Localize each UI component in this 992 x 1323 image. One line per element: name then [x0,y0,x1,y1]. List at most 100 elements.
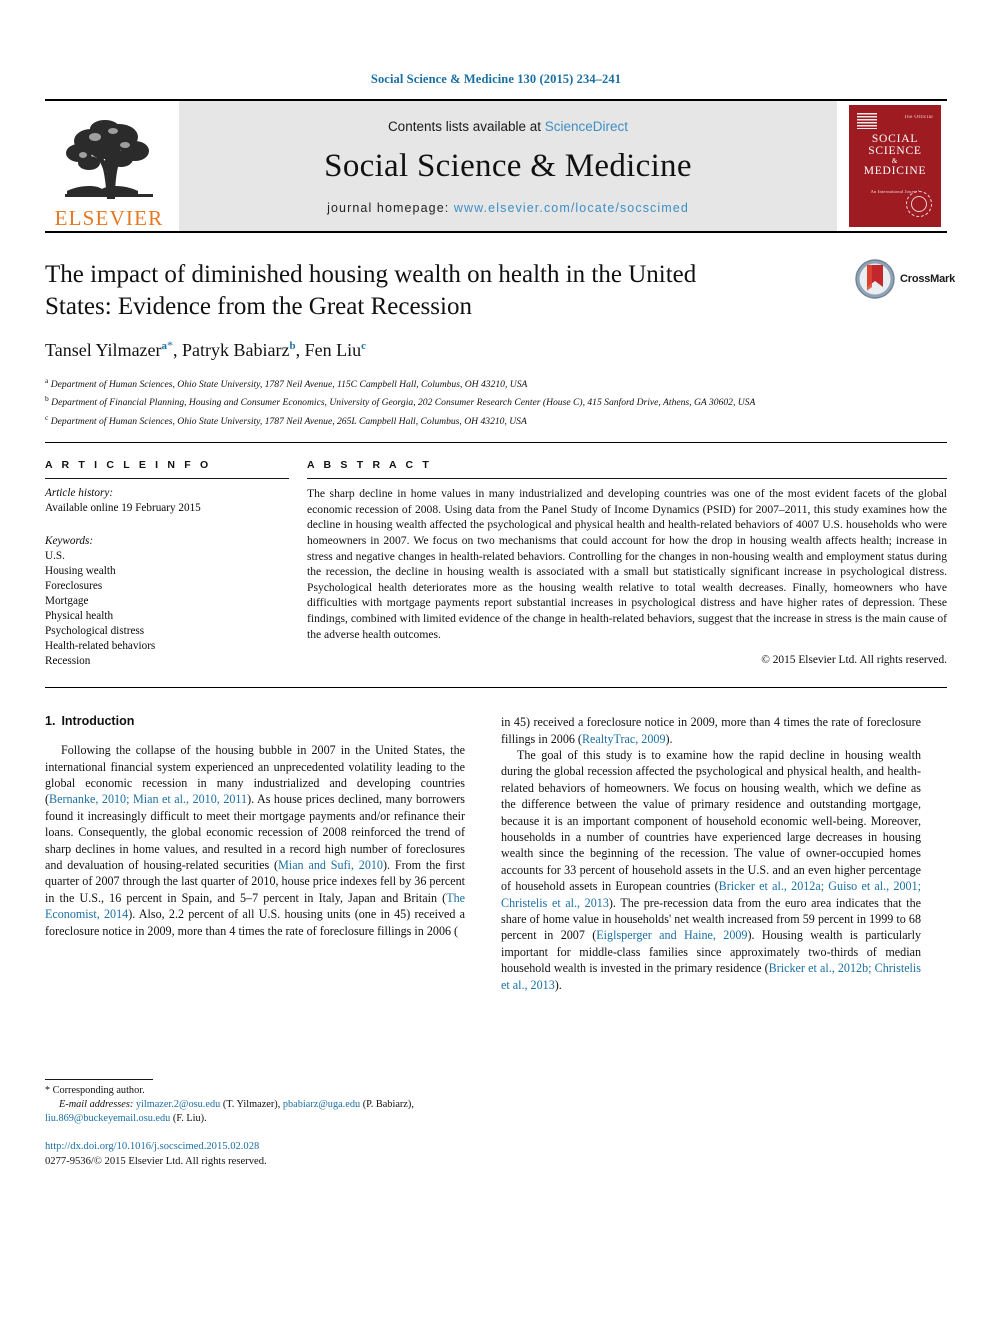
email-link-2[interactable]: pbabiarz@uga.edu [283,1099,360,1110]
section-title-text: Introduction [61,714,135,729]
cover-title-line2: SCIENCE [868,145,922,157]
article-page: Social Science & Medicine 130 (2015) 234… [0,0,992,1323]
cover-publisher-mark-icon [857,113,877,129]
abstract-text: The sharp decline in home values in many… [307,487,947,641]
cover-title: SOCIAL SCIENCE & MEDICINE [849,133,941,177]
intro-text-2a: The goal of this study is to examine how… [501,747,921,894]
abstract-heading: A B S T R A C T [307,459,432,472]
email-person-1: (T. Yilmazer) [222,1099,278,1111]
body-columns: 1. Introduction Following the collapse of… [45,714,947,1169]
article-info-column: A R T I C L E I N F O Article history: A… [45,459,307,669]
cover-title-line1: SOCIAL [871,133,919,145]
cover-image: The Official SOCIAL SCIENCE & MEDICINE A… [849,105,941,227]
keyword-item: Housing wealth [45,565,116,578]
email-person-3: (F. Liu) [172,1113,205,1125]
intro-continuation-lead: in 45) received a foreclosure notice in … [501,715,921,746]
right-column: in 45) received a foreclosure notice in … [501,714,921,1169]
homepage-prefix: journal homepage: [327,201,454,215]
crossmark-label: CrossMark [900,273,956,285]
affiliations-list: a Department of Human Sciences, Ohio Sta… [45,374,947,428]
affiliation-item: a Department of Human Sciences, Ohio Sta… [45,374,947,391]
corresponding-author-text: Corresponding author. [50,1085,145,1097]
contents-available-line: Contents lists available at ScienceDirec… [388,119,628,134]
elsevier-wordmark: ELSEVIER [54,206,164,230]
citation-link[interactable]: RealtyTrac, 2009 [582,732,666,746]
section-heading-introduction: 1. Introduction [45,714,465,728]
email-link-1[interactable]: yilmazer.2@osu.edu [136,1099,220,1110]
info-abstract-section: A R T I C L E I N F O Article history: A… [45,459,947,669]
doi-block: http://dx.doi.org/10.1016/j.socscimed.20… [45,1140,465,1169]
keywords-label: Keywords: [45,535,94,548]
title-block: CrossMark The impact of diminished housi… [45,259,955,361]
contents-prefix: Contents lists available at [387,119,545,134]
keyword-item: U.S. [45,550,65,563]
doi-link[interactable]: http://dx.doi.org/10.1016/j.socscimed.20… [45,1140,465,1155]
intro-paragraph-1: Following the collapse of the housing bu… [45,742,465,939]
author-name-3[interactable]: Fen Liu [305,340,362,360]
section-number: 1. [45,714,56,729]
intro-paragraph-1-cont: in 45) received a foreclosure notice in … [501,714,921,747]
sciencedirect-link[interactable]: ScienceDirect [545,119,628,134]
affiliation-marker-b: b [45,394,49,404]
cover-seal-icon [906,191,932,217]
masthead-bottom-rule [45,231,947,233]
elsevier-tree-icon [65,120,153,199]
abstract-column: A B S T R A C T The sharp decline in hom… [307,459,947,669]
journal-title: Social Science & Medicine [324,148,692,184]
left-column: 1. Introduction Following the collapse of… [45,714,465,1169]
author-list: Tansel Yilmazera*, Patryk Babiarzb, Fen … [45,338,367,360]
intro-paragraph-2: The goal of this study is to examine how… [501,747,921,993]
author-affil-marker-2: b [289,340,296,352]
keyword-item: Physical health [45,610,114,623]
affiliation-text-b: Department of Financial Planning, Housin… [51,397,756,409]
email-addresses-note: E-mail addresses: yilmazer.2@osu.edu (T.… [45,1099,414,1125]
citation-link[interactable]: Mian and Sufi, 2010 [278,858,383,872]
journal-homepage-line: journal homepage: www.elsevier.com/locat… [327,201,689,215]
affiliation-text-a: Department of Human Sciences, Ohio State… [50,379,528,391]
author-name-2[interactable]: Patryk Babiarz [182,340,289,360]
journal-band: Contents lists available at ScienceDirec… [179,101,837,231]
citation-link[interactable]: Bernanke, 2010; Mian et al., 2010, 2011 [49,792,247,806]
keyword-item: Mortgage [45,595,89,608]
keyword-item: Psychological distress [45,625,145,638]
footnote-block: * Corresponding author. E-mail addresses… [45,1079,465,1169]
crossmark-badge[interactable]: CrossMark [855,253,955,305]
running-head: Social Science & Medicine 130 (2015) 234… [370,72,622,86]
copyright-line: © 2015 Elsevier Ltd. All rights reserved… [761,654,947,667]
elsevier-logo: ELSEVIER [45,101,173,231]
article-info-rule [45,478,289,480]
cover-corner-note: The Official [903,115,933,120]
email-label: E-mail addresses: [59,1099,134,1111]
email-person-2: (P. Babiarz) [362,1099,412,1111]
affiliation-marker-a: a [45,376,49,385]
footnote-rule [45,1079,153,1081]
cover-title-amp: & [891,157,899,165]
abstract-rule [307,478,947,480]
keywords-block: Keywords: U.S. Housing wealth Foreclosur… [45,534,289,669]
keyword-item: Recession [45,655,91,668]
cover-title-line3: MEDICINE [863,165,927,177]
keyword-item: Foreclosures [45,580,103,593]
title-bottom-rule [45,442,947,444]
keyword-item: Health-related behaviors [45,640,156,653]
affiliation-marker-c: c [45,412,49,422]
email-link-3[interactable]: liu.869@buckeyemail.osu.edu [45,1113,170,1124]
intro-text-2d: ). [554,977,562,992]
author-name-1[interactable]: Tansel Yilmazer [45,340,162,360]
crossmark-icon [855,259,895,299]
corresponding-author-note: * Corresponding author. [45,1084,465,1098]
author-affil-marker-3: c [361,340,367,352]
journal-masthead: ELSEVIER Contents lists available at Sci… [45,99,947,231]
article-history-label: Article history: [45,487,114,500]
issn-copyright-line: 0277-9536/© 2015 Elsevier Ltd. All right… [45,1155,267,1167]
affiliation-item: b Department of Financial Planning, Hous… [45,392,947,409]
corresponding-author-marker: * [167,338,174,352]
affiliation-text-c: Department of Human Sciences, Ohio State… [50,415,527,427]
citation-link[interactable]: Eiglsperger and Haine, 2009 [596,928,747,942]
homepage-url-link[interactable]: www.elsevier.com/locate/socscimed [454,201,689,215]
article-info-heading: A R T I C L E I N F O [45,459,212,472]
page-title: The impact of diminished housing wealth … [45,261,697,320]
journal-cover-thumbnail[interactable]: The Official SOCIAL SCIENCE & MEDICINE A… [843,101,947,231]
affiliation-item: c Department of Human Sciences, Ohio Sta… [45,411,947,428]
intro-text-1e: ). [665,731,673,746]
